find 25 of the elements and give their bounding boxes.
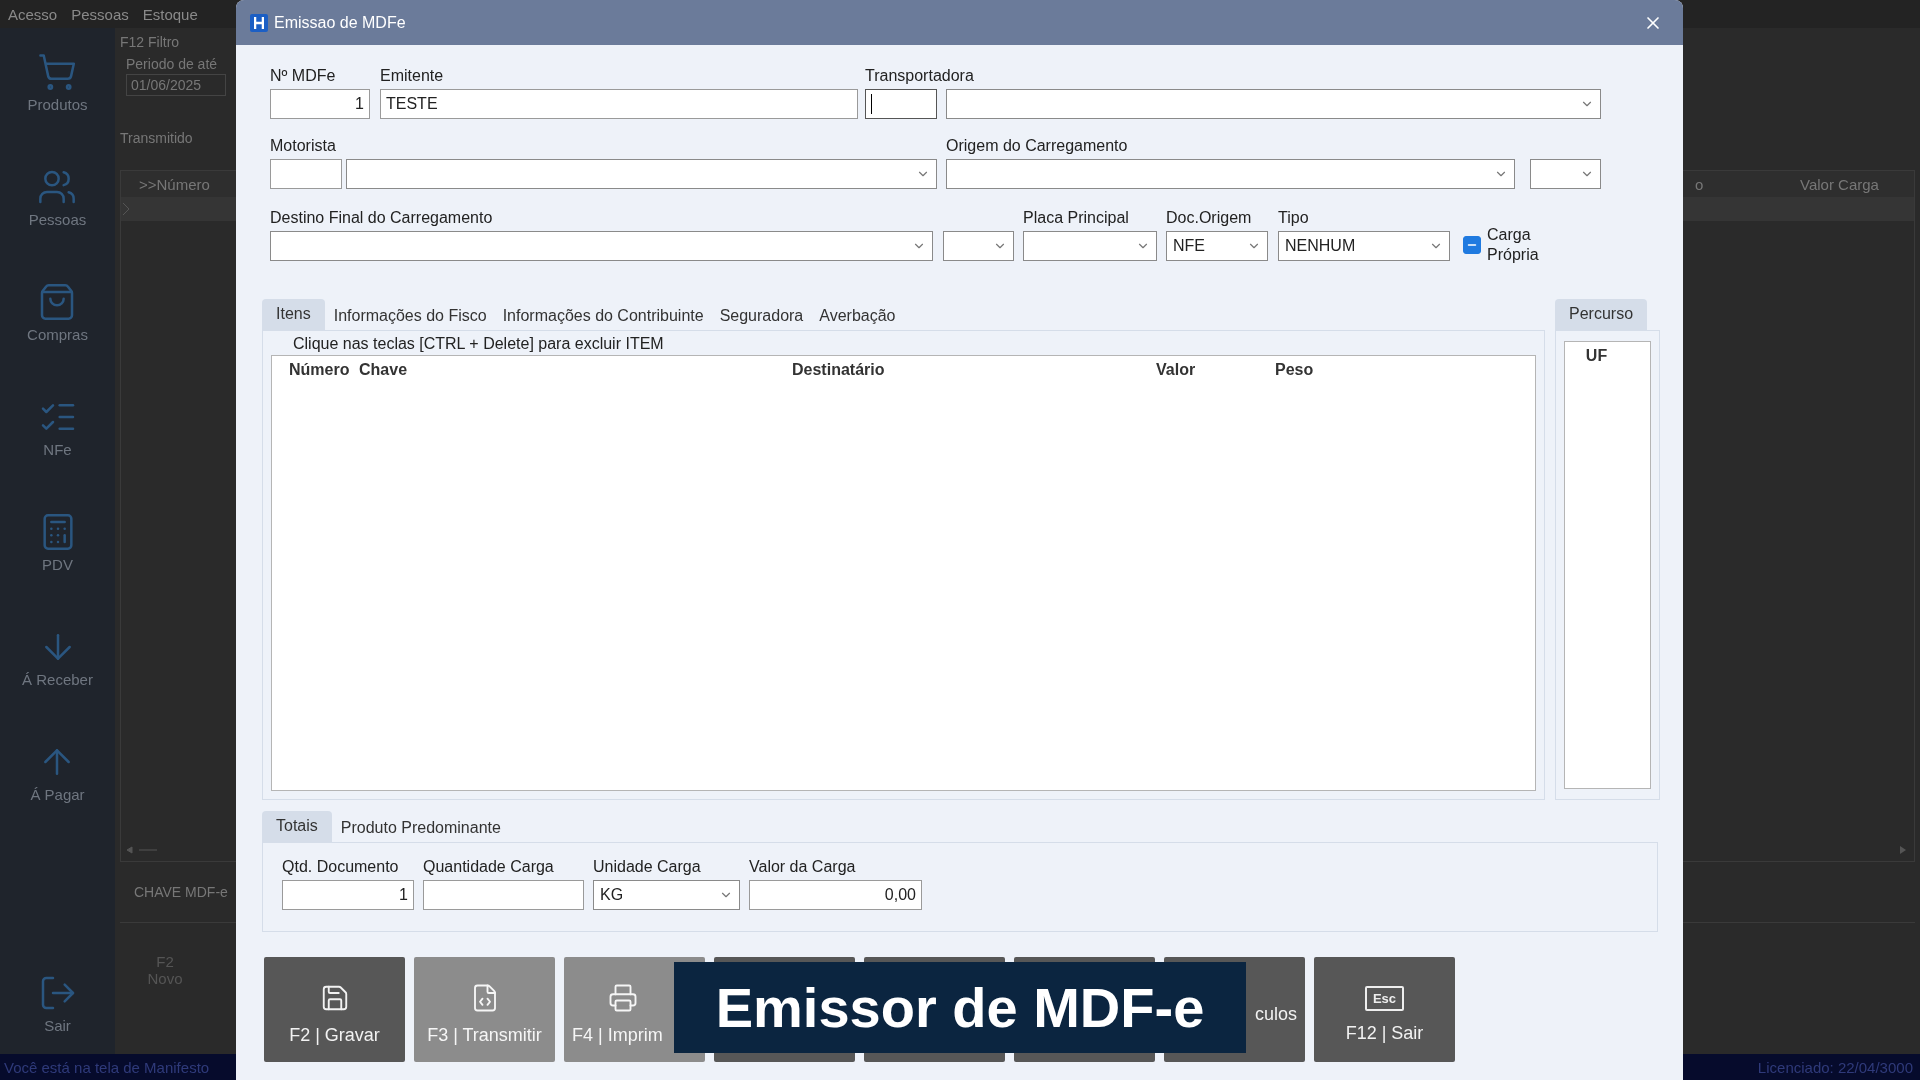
esc-key-icon: Esc: [1364, 985, 1405, 1011]
field-label: Origem do Carregamento: [946, 136, 1129, 156]
period-label: Periodo de até: [126, 56, 219, 72]
column-header: >>Número: [138, 175, 211, 193]
column-header: o: [1694, 175, 1705, 193]
field-label: Valor da Carga: [749, 857, 857, 877]
field-label: Doc.Origem: [1166, 208, 1253, 228]
field-label: Nº MDFe: [270, 66, 337, 86]
field-label: Transportadora: [865, 66, 975, 86]
field-label: Qtd. Documento: [282, 857, 400, 877]
field-label: Quantidade Carga: [423, 857, 555, 877]
hint-text: Clique nas teclas [CTRL + Delete] para excluir ITEM: [292, 335, 665, 353]
field-label: Motorista: [270, 136, 337, 156]
field-label: Placa Principal: [1023, 208, 1130, 228]
status-message: Você está na tela de Manifesto: [4, 1058, 210, 1076]
field-label: Destino Final do Carregamento: [270, 208, 494, 228]
caption-overlay: Emissor de MDF-e: [674, 962, 1246, 1053]
field-label: Emitente: [380, 66, 445, 86]
column-header: Valor Carga: [1799, 175, 1880, 193]
field-label: Tipo: [1278, 208, 1310, 228]
license-status: Licenciado: 22/04/3000: [1757, 1058, 1913, 1076]
filter-title: F12 Filtro: [120, 34, 181, 50]
window-title: Emissao de MDFe: [274, 13, 407, 32]
key-label: CHAVE MDF-e: [134, 884, 228, 900]
field-label: Unidade Carga: [593, 857, 702, 877]
